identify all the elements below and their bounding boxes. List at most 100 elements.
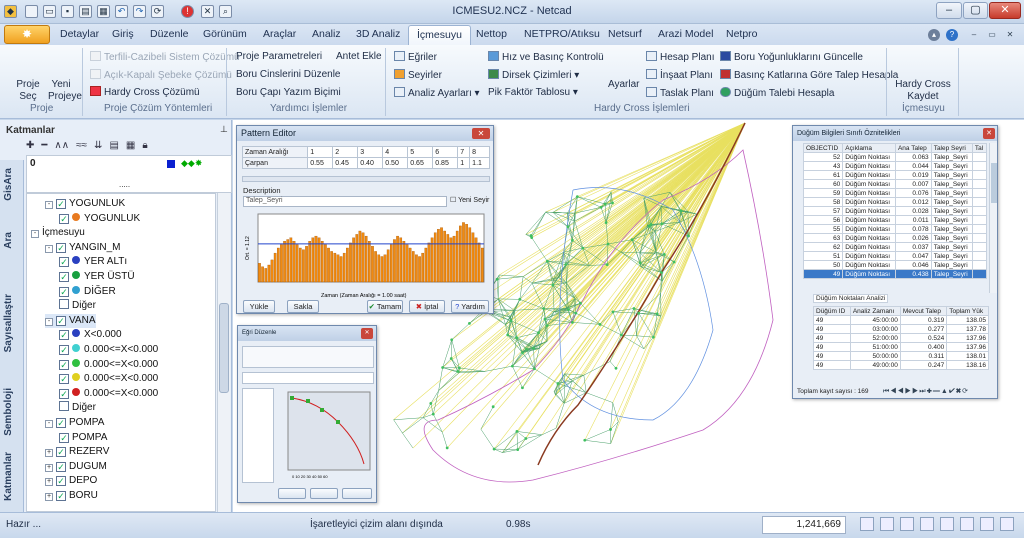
curve-point[interactable] [336, 420, 340, 424]
layer-checkbox[interactable]: ✓ [56, 461, 66, 472]
layer-checkbox[interactable]: ✓ [59, 330, 69, 341]
remove-layer-icon[interactable]: ━ [41, 140, 47, 151]
layer-tree-item[interactable]: ✓ DİĞER [59, 285, 116, 299]
hiz-basinc-button[interactable]: Hız ve Basınç Kontrolü [488, 51, 604, 63]
curve-description-input[interactable] [242, 372, 374, 384]
status-toggle-2[interactable] [880, 517, 894, 531]
yukle-button[interactable]: Yükle [243, 300, 275, 313]
ayarlar-button[interactable]: Ayarlar [608, 79, 640, 90]
sub-table-tab[interactable]: Düğüm Noktaları Analizi [813, 294, 889, 303]
tab-araclar[interactable]: Araçlar [263, 28, 296, 40]
layer-tree-item[interactable]: ✓ POMPA [59, 431, 107, 445]
column-header[interactable]: Analiz Zamanı [849, 306, 901, 316]
expand-toggle-icon[interactable]: + [45, 478, 53, 487]
table-icon[interactable]: ▦ [126, 140, 135, 151]
attribute-scrollbar[interactable] [989, 143, 997, 293]
expand-icon[interactable]: ∧∧ [54, 140, 69, 151]
expand-toggle-icon[interactable]: + [45, 463, 53, 472]
insaat-plani-button[interactable]: İnşaat Planı [646, 69, 713, 81]
pattern-grid-scrollbar[interactable] [242, 176, 490, 182]
ribbon-minimize-icon[interactable]: ▴ [928, 29, 940, 41]
proje-parametreleri-button[interactable]: Proje Parametreleri [236, 51, 322, 62]
help-icon[interactable]: ? [946, 29, 958, 41]
dugum-talebi-button[interactable]: Düğüm Talebi Hesapla [720, 87, 834, 99]
antet-ekle-button[interactable]: Antet Ekle [336, 51, 382, 62]
curve-editor-close-button[interactable]: ✕ [361, 328, 373, 339]
layer-checkbox[interactable]: ✓ [59, 359, 69, 370]
pattern-cell[interactable]: 8 [469, 146, 490, 158]
table-row[interactable]: 62 Düğüm Noktası 0.037 Talep_Seyri [802, 242, 988, 252]
column-header[interactable]: Ana Talep [894, 143, 932, 153]
layer-checkbox[interactable]: ✓ [56, 315, 66, 326]
layer-checkbox[interactable]: ✓ [56, 242, 66, 253]
curve-btn-2[interactable] [310, 488, 338, 499]
table-row[interactable]: 50 Düğüm Noktası 0.046 Talep_Seyri [802, 260, 988, 270]
pattern-cell[interactable]: 5 [407, 146, 434, 158]
pattern-cell[interactable]: 6 [432, 146, 459, 158]
tab-arazi-model[interactable]: Arazi Model [658, 28, 713, 40]
layer-tree-item[interactable]: + ✓ REZERV [45, 445, 109, 459]
minimize-button[interactable]: – [936, 2, 962, 19]
table-row[interactable]: 58 Düğüm Noktası 0.012 Talep_Seyri [802, 197, 988, 207]
layer-checkbox[interactable]: ✓ [59, 272, 69, 282]
layer-tree-item[interactable]: + ✓ DEPO [45, 474, 97, 488]
iptal-button[interactable]: ✖ İptal [409, 300, 445, 313]
pik-faktor-button[interactable]: Pik Faktör Tablosu ▾ [488, 87, 578, 98]
tamam-button[interactable]: ✔ Tamam [367, 300, 403, 313]
pattern-grid[interactable]: Zaman Aralığı 1 2 3 4 5 6 7 8 Çarpan 0.55 0.45 0.40 0… [241, 146, 490, 169]
status-toggle-3[interactable] [900, 517, 914, 531]
pattern-cell[interactable]: 4 [382, 146, 409, 158]
maximize-button[interactable]: ▢ [963, 2, 988, 19]
tab-giris[interactable]: Giriş [112, 28, 134, 40]
table-row[interactable]: 60 Düğüm Noktası 0.007 Talep_Seyri [802, 179, 988, 189]
hardy-cross-kaydet-button[interactable]: Hardy Cross Kaydet [894, 79, 952, 103]
hardy-cross-cozum-button[interactable]: Hardy Cross Çözümü [90, 86, 200, 98]
layer-tree-item[interactable]: ✓ 0.000<=X<0.000 [59, 343, 158, 357]
curve-btn-1[interactable] [278, 488, 306, 499]
status-toggle-8[interactable] [1000, 517, 1014, 531]
layer-tree-item[interactable]: + ✓ BORU [45, 489, 98, 503]
layer-tree-item[interactable]: ✓ YER ALTı [59, 255, 127, 269]
scroll-thumb[interactable] [219, 303, 229, 393]
vtab-katmanlar[interactable]: Katmanlar [3, 452, 14, 501]
layer-tree-item[interactable]: ✓ YER ÜSTÜ [59, 270, 135, 284]
pattern-cell[interactable]: 7 [457, 146, 471, 158]
table-row[interactable]: 49 52:00:00 0.524 137.96 [813, 333, 989, 343]
seyirler-button[interactable]: Seyirler [394, 69, 442, 81]
attribute-table-close-button[interactable]: ✕ [983, 128, 995, 139]
layer-tree-scrollbar[interactable] [217, 193, 230, 512]
tab-duzenle[interactable]: Düzenle [150, 28, 189, 40]
add-layer-icon[interactable]: ✚ [26, 140, 34, 151]
layer-checkbox[interactable]: ✓ [59, 388, 69, 399]
pattern-cell[interactable]: 0.50 [382, 157, 409, 169]
table-row[interactable]: 57 Düğüm Noktası 0.028 Talep_Seyri [802, 206, 988, 216]
record-navigator[interactable]: ⏮◀◀▶▶⏭✚━▲✔✖⟳ [883, 387, 969, 396]
pattern-cell[interactable]: 0.85 [432, 157, 459, 169]
layer-checkbox[interactable]: ✓ [56, 476, 66, 487]
proje-sec-button[interactable]: Proje Seç [14, 79, 42, 103]
map-canvas[interactable]: Pattern Editor ✕ Zaman Aralığı 1 2 3 4 5 6 7 8 Ça… [233, 120, 1024, 512]
column-header[interactable]: Toplam Yük [946, 306, 989, 316]
column-header[interactable]: OBJECTID [802, 143, 844, 153]
sakla-button[interactable]: Sakla [287, 300, 319, 313]
pattern-cell[interactable]: 0.45 [332, 157, 359, 169]
curve-editor-fields[interactable] [242, 346, 374, 368]
tab-netpro[interactable]: Netpro [726, 28, 758, 40]
table-row[interactable]: 59 Düğüm Noktası 0.076 Talep_Seyri [802, 188, 988, 198]
vtab-gisara[interactable]: GisAra [3, 168, 14, 201]
tab-netpro-atiksu[interactable]: NETPRO/Atıksu [524, 28, 600, 40]
column-header[interactable]: Talep Seyri [930, 143, 973, 153]
pattern-cell[interactable]: 3 [357, 146, 384, 158]
pin-icon[interactable]: ⊥ [220, 124, 228, 135]
pattern-cell[interactable]: 0.40 [357, 157, 384, 169]
column-header[interactable]: Tal [971, 143, 988, 153]
column-header[interactable]: Düğüm ID [813, 306, 851, 316]
table-row[interactable]: 43 Düğüm Noktası 0.044 Talep_Seyri [802, 161, 988, 171]
layer-checkbox[interactable]: ✓ [59, 213, 69, 224]
expand-toggle-icon[interactable]: + [45, 493, 53, 501]
taslak-plani-button[interactable]: Taslak Planı [646, 87, 714, 99]
table-row[interactable]: 49 45:00:00 0.319 138.05 [813, 315, 989, 325]
layer-tree-item[interactable]: ✓ 0.000<=X<0.000 [59, 372, 158, 386]
layer-tree-item[interactable]: Diğer [59, 401, 96, 415]
close-button[interactable]: ✕ [989, 2, 1021, 19]
